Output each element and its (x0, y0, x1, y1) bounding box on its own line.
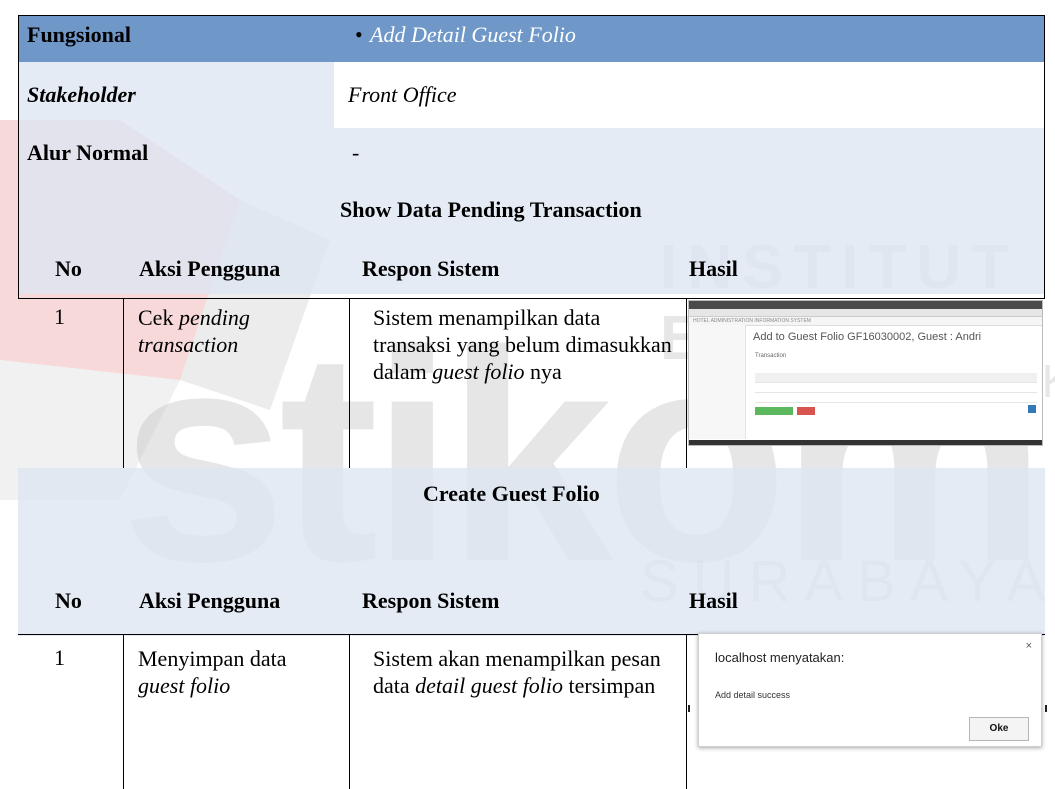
grid-line (686, 298, 687, 468)
grid-line (18, 15, 19, 298)
row-fungsional: Fungsional • Add Detail Guest Folio (18, 15, 1045, 62)
dialog-edge-mark-right (1045, 705, 1047, 712)
row-respon: Sistem akan menampilkan pesan data detai… (373, 646, 661, 698)
header-hasil: Hasil (689, 256, 738, 281)
grid-line (18, 298, 1045, 299)
thumb-side-item (689, 333, 745, 341)
grid-line (123, 298, 124, 468)
row-alur-normal: Alur Normal - (18, 128, 1045, 177)
table-header-row: No Aksi Pengguna Respon Sistem Hasil (18, 231, 1045, 294)
thumb-addressbar (689, 309, 1042, 317)
thumb-pagination (1028, 405, 1036, 413)
table-header-row: No Aksi Pengguna Respon Sistem Hasil (18, 518, 1045, 636)
header-no: No (55, 588, 82, 613)
thumb-side-item (689, 325, 745, 333)
thumb-sub-title: Transaction (755, 353, 787, 359)
alert-dialog: localhost menyatakan: × Add detail succe… (698, 633, 1042, 747)
grid-line (349, 298, 350, 468)
ok-button: Oke (969, 717, 1029, 741)
dialog-message: Add detail success (715, 690, 791, 700)
grid-line (686, 634, 687, 789)
header-hasil: Hasil (689, 588, 738, 613)
alur-bg (18, 128, 1045, 177)
hasil-screenshot-thumbnail: HOTEL ADMINISTRATION INFORMATION SYSTEM … (688, 300, 1043, 446)
section-title-row: Show Data Pending Transaction (18, 177, 1045, 231)
grid-line (1044, 15, 1045, 298)
section-title: Create Guest Folio (423, 481, 600, 506)
row-no: 1 (54, 304, 65, 329)
row-aksi: Menyimpan data guest folio (138, 646, 287, 698)
dialog-title: localhost menyatakan: (715, 650, 845, 665)
thumb-cancel-button (797, 407, 815, 415)
header-aksi: Aksi Pengguna (139, 588, 281, 613)
stakeholder-label: Stakeholder (27, 82, 136, 107)
thumb-side-item (689, 341, 745, 349)
fungsional-value: Add Detail Guest Folio (370, 22, 576, 47)
section-title: Show Data Pending Transaction (340, 197, 642, 222)
fungsional-bullet: • (355, 22, 363, 47)
thumb-side-item (689, 357, 745, 365)
table-header-bg (18, 518, 1045, 636)
alur-value: - (352, 140, 360, 165)
grid-line (18, 15, 1045, 16)
thumb-tabbar (689, 301, 1042, 309)
alur-label: Alur Normal (27, 140, 149, 165)
thumb-table-header (755, 373, 1037, 383)
grid-line (123, 634, 124, 789)
row-no: 1 (54, 645, 65, 670)
fungsional-label: Fungsional (27, 22, 131, 47)
grid-line (349, 634, 350, 789)
close-icon: × (1025, 640, 1032, 652)
thumb-page-title: Add to Guest Folio GF16030002, Guest : A… (753, 331, 982, 343)
section-title-row: Create Guest Folio (18, 468, 1045, 518)
thumb-table-row (755, 393, 1037, 403)
stakeholder-value: Front Office (348, 82, 457, 107)
thumb-side-item (689, 365, 745, 373)
header-no: No (55, 256, 82, 281)
header-respon: Respon Sistem (362, 256, 500, 281)
thumb-table (755, 373, 1037, 403)
thumb-sidebar (689, 325, 746, 439)
dialog-edge-mark-left (688, 705, 690, 712)
header-aksi: Aksi Pengguna (139, 256, 281, 281)
thumb-add-button (755, 407, 793, 415)
thumb-side-item (689, 349, 745, 357)
thumb-table-row (755, 383, 1037, 393)
thumb-bottombar (689, 440, 1042, 445)
row-respon: Sistem menampilkan data transaksi yang b… (373, 305, 672, 384)
row-aksi: Cek pending transaction (138, 305, 250, 357)
hasil-dialog-thumbnail: localhost menyatakan: × Add detail succe… (688, 633, 1050, 749)
header-respon: Respon Sistem (362, 588, 500, 613)
row-stakeholder: Stakeholder Front Office (18, 62, 1045, 128)
